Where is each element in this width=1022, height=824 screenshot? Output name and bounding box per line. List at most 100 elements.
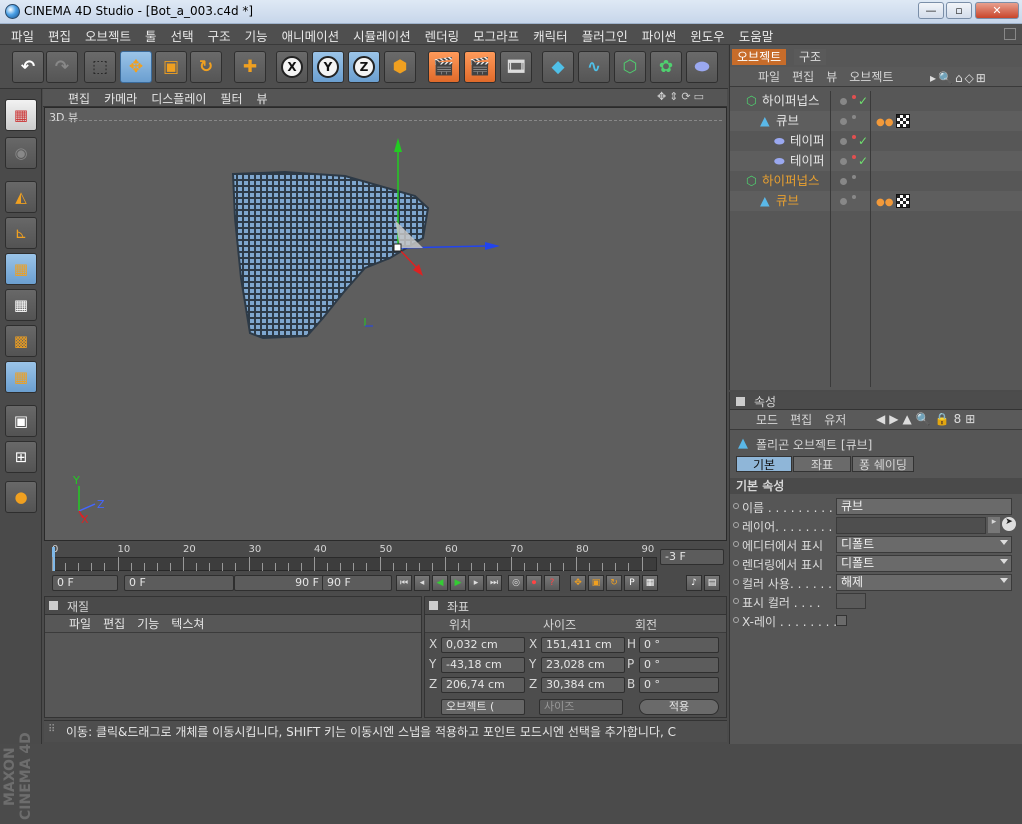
menu-item[interactable]: 구조 bbox=[201, 26, 238, 45]
menu-item[interactable]: 렌더링 bbox=[418, 26, 467, 45]
texture-tag-icon[interactable] bbox=[896, 114, 910, 128]
add-deformer-icon[interactable]: ⬬ bbox=[686, 51, 718, 83]
edges-mode-icon[interactable]: ▦ bbox=[5, 289, 37, 321]
menu-item[interactable]: 시뮬레이션 bbox=[346, 26, 418, 45]
object-menu-item[interactable]: 파일 bbox=[752, 67, 786, 86]
maximize-button[interactable]: ▫ bbox=[946, 2, 972, 19]
redo-icon[interactable]: ↷ bbox=[46, 51, 78, 83]
object-tree-row[interactable]: ⬬ 테이퍼 ✓ bbox=[730, 151, 1022, 171]
layout-icon[interactable] bbox=[1004, 28, 1016, 40]
coordinate-system-icon[interactable]: ⬢ bbox=[384, 51, 416, 83]
object-menu-item[interactable]: 오브젝트 bbox=[843, 67, 899, 86]
attr-nav-icon[interactable]: ◀▶▲🔍🔒8⊞ bbox=[876, 412, 979, 426]
x-axis-lock-button[interactable]: X bbox=[276, 51, 308, 83]
attr-select[interactable]: 디폴트 bbox=[836, 555, 1012, 572]
object-menu-item[interactable]: 편집 bbox=[786, 67, 820, 86]
record-settings-icon[interactable]: ◎ bbox=[508, 575, 524, 591]
apply-button[interactable]: 적용 bbox=[639, 699, 719, 715]
visibility-dot[interactable] bbox=[840, 118, 847, 125]
minimize-button[interactable]: — bbox=[918, 2, 944, 19]
attr-select[interactable]: 디폴트 bbox=[836, 536, 1012, 553]
close-button[interactable]: ✕ bbox=[975, 2, 1019, 19]
rotation-field[interactable]: 0 ° bbox=[639, 677, 719, 693]
texture-tag-icon[interactable] bbox=[896, 194, 910, 208]
object-menu-item[interactable]: 뷰 bbox=[820, 67, 843, 86]
tab-phong[interactable]: 퐁 쉐이딩 bbox=[852, 456, 914, 472]
size-field[interactable]: 23,028 cm bbox=[541, 657, 625, 673]
menu-item[interactable]: 오브젝트 bbox=[78, 26, 138, 45]
coord-mode-select[interactable]: 오브젝트 ( bbox=[441, 699, 525, 715]
uv-mode-icon[interactable]: ▦ bbox=[5, 361, 37, 393]
viewport-menu-item[interactable]: 디스플레이 bbox=[144, 90, 213, 107]
size-field[interactable]: 30,384 cm bbox=[541, 677, 625, 693]
tab-objects[interactable]: 오브젝트 bbox=[732, 49, 787, 65]
add-array-icon[interactable]: ✿ bbox=[650, 51, 682, 83]
points-mode-icon[interactable]: ▦ bbox=[5, 253, 37, 285]
layer-pick-icon[interactable]: ➤ bbox=[1002, 517, 1016, 531]
menu-item[interactable]: 캐릭터 bbox=[526, 26, 575, 45]
viewport-menu-item[interactable]: 편집 bbox=[61, 90, 97, 107]
live-selection-icon[interactable]: ⬚ bbox=[84, 51, 116, 83]
viewport-nav-icon[interactable]: ✥⇕⟳▭ bbox=[657, 90, 707, 103]
menu-item[interactable]: 도움말 bbox=[732, 26, 781, 45]
menu-item[interactable]: 파이썬 bbox=[635, 26, 684, 45]
current-frame-field[interactable]: -3 F bbox=[660, 549, 724, 565]
end-frame-field[interactable]: 90 F bbox=[322, 575, 392, 591]
timeline-layout-icon[interactable]: ▤ bbox=[704, 575, 720, 591]
menu-item[interactable]: 선택 bbox=[164, 26, 201, 45]
model-mode-icon[interactable]: ▦ bbox=[5, 99, 37, 131]
y-axis-lock-button[interactable]: Y bbox=[312, 51, 344, 83]
tab-basic[interactable]: 기본 bbox=[736, 456, 792, 472]
add-spline-icon[interactable]: ∿ bbox=[578, 51, 610, 83]
object-tree-row[interactable]: ▲ 큐브 ●● bbox=[730, 191, 1022, 211]
object-axis-icon[interactable]: ◭ bbox=[5, 181, 37, 213]
layer-menu-icon[interactable]: ▸ bbox=[988, 517, 1000, 533]
tab-structure[interactable]: 구조 bbox=[794, 49, 827, 65]
menu-item[interactable]: 파일 bbox=[4, 26, 41, 45]
object-tree-row[interactable]: ⬬ 테이퍼 ✓ bbox=[730, 131, 1022, 151]
material-menu-item[interactable]: 편집 bbox=[97, 615, 131, 632]
rotation-field[interactable]: 0 ° bbox=[639, 637, 719, 653]
workplane-icon[interactable]: ⊞ bbox=[5, 441, 37, 473]
add-cube-icon[interactable]: ◆ bbox=[542, 51, 574, 83]
size-field[interactable]: 151,411 cm bbox=[541, 637, 625, 653]
menu-item[interactable]: 애니메이션 bbox=[275, 26, 347, 45]
display-color-swatch[interactable] bbox=[836, 593, 866, 609]
menu-item[interactable]: 툴 bbox=[138, 26, 164, 45]
render-settings-icon[interactable]: 🎞 bbox=[500, 51, 532, 83]
key-rotation-icon[interactable]: ↻ bbox=[606, 575, 622, 591]
sculpt-icon[interactable]: ◉ bbox=[5, 137, 37, 169]
menu-item[interactable]: 윈도우 bbox=[683, 26, 732, 45]
menu-item[interactable]: 모그라프 bbox=[466, 26, 526, 45]
texture-axis-icon[interactable]: ⊾ bbox=[5, 217, 37, 249]
go-end-icon[interactable]: ⏭ bbox=[486, 575, 502, 591]
position-field[interactable]: 206,74 cm bbox=[441, 677, 525, 693]
size-mode-select[interactable]: 사이즈 bbox=[539, 699, 623, 715]
object-tree-row[interactable]: ▲ 큐브 ●● bbox=[730, 111, 1022, 131]
menu-item[interactable]: 기능 bbox=[238, 26, 275, 45]
undo-icon[interactable]: ↶ bbox=[12, 51, 44, 83]
visibility-dot[interactable] bbox=[840, 178, 847, 185]
viewport-menu-item[interactable]: 필터 bbox=[213, 90, 249, 107]
next-key-icon[interactable]: ▸ bbox=[468, 575, 484, 591]
enabled-check-icon[interactable]: ✓ bbox=[858, 131, 868, 151]
recent-tool-icon[interactable]: ✚ bbox=[234, 51, 266, 83]
viewport-menu-item[interactable]: 카메라 bbox=[97, 90, 144, 107]
go-start-icon[interactable]: ⏮ bbox=[396, 575, 412, 591]
position-field[interactable]: -43,18 cm bbox=[441, 657, 525, 673]
enabled-check-icon[interactable]: ✓ bbox=[858, 151, 868, 171]
render-picture-viewer-icon[interactable]: 🎬 bbox=[464, 51, 496, 83]
viewport-menu-item[interactable]: 뷰 bbox=[250, 90, 275, 107]
phong-tag-icon[interactable]: ●● bbox=[876, 193, 893, 208]
render-view-icon[interactable]: 🎬 bbox=[428, 51, 460, 83]
enabled-check-icon[interactable]: ✓ bbox=[858, 91, 868, 111]
timeline[interactable]: 0 10 20 30 40 50 60 70 80 90 -3 F bbox=[44, 543, 727, 573]
material-menu-item[interactable]: 기능 bbox=[131, 615, 165, 632]
range-end-field[interactable]: 90 F bbox=[234, 575, 324, 591]
polygons-mode-icon[interactable]: ▩ bbox=[5, 325, 37, 357]
menu-item[interactable]: 플러그인 bbox=[575, 26, 635, 45]
menu-item[interactable]: 편집 bbox=[41, 26, 78, 45]
add-nurbs-icon[interactable]: ⬡ bbox=[614, 51, 646, 83]
object-tree-row[interactable]: ⬡ 하이퍼넙스 bbox=[730, 171, 1022, 191]
auto-key-icon[interactable]: ? bbox=[544, 575, 560, 591]
